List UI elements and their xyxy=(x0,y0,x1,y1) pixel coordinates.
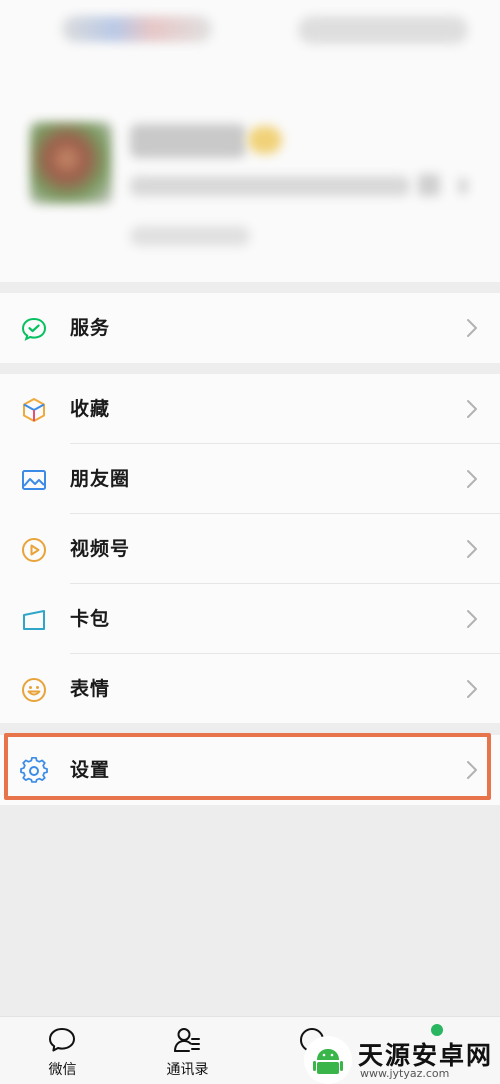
settings-group: 设置 xyxy=(0,735,500,805)
menu-item-settings[interactable]: 设置 xyxy=(0,735,500,805)
tab-chats[interactable]: 微信 xyxy=(0,1017,125,1084)
menu-item-favorites[interactable]: 收藏 xyxy=(0,374,500,444)
menu-label-stickers: 表情 xyxy=(70,678,111,700)
tab-label-chats: 微信 xyxy=(48,1062,77,1078)
status-badge-blurred xyxy=(248,126,282,154)
wechat-id-blurred xyxy=(130,176,410,196)
chevron-right-icon xyxy=(458,178,468,194)
menu-item-moments[interactable]: 朋友圈 xyxy=(0,444,500,514)
chat-bubble-icon xyxy=(49,1028,75,1052)
menu-label-channels: 视频号 xyxy=(70,538,131,560)
blurred-top-left xyxy=(62,16,212,42)
watermark-url: www.jytyaz.com xyxy=(360,1067,450,1080)
nickname-blurred xyxy=(130,124,246,158)
menu-item-stickers[interactable]: 表情 xyxy=(0,654,500,724)
contacts-icon xyxy=(174,1028,200,1052)
wechat-pay-icon xyxy=(21,317,47,341)
photo-icon xyxy=(22,470,46,490)
profile-header[interactable] xyxy=(0,0,500,282)
menu-label-cards: 卡包 xyxy=(70,608,111,630)
chevron-right-icon xyxy=(467,540,477,558)
watermark: 天源安卓网 www.jytyaz.com xyxy=(296,1034,500,1084)
chevron-right-icon xyxy=(467,400,477,418)
menu-item-service[interactable]: 服务 xyxy=(0,293,500,363)
features-group: 收藏 朋友圈 视频号 卡包 表情 xyxy=(0,374,500,723)
menu-item-channels[interactable]: 视频号 xyxy=(0,514,500,584)
blurred-top-right xyxy=(298,16,468,44)
tab-label-contacts: 通讯录 xyxy=(166,1062,209,1078)
play-icon xyxy=(22,538,46,562)
menu-item-cards[interactable]: 卡包 xyxy=(0,584,500,654)
tab-contacts[interactable]: 通讯录 xyxy=(125,1017,250,1084)
card-icon xyxy=(23,610,45,630)
gear-icon xyxy=(20,757,48,783)
android-logo-icon xyxy=(304,1036,352,1084)
chevron-right-icon xyxy=(467,470,477,488)
menu-label-settings: 设置 xyxy=(70,759,111,781)
cube-icon xyxy=(23,398,45,422)
chevron-right-icon xyxy=(467,610,477,628)
chevron-right-icon xyxy=(467,680,477,698)
service-group: 服务 xyxy=(0,293,500,363)
avatar[interactable] xyxy=(30,122,112,204)
qr-code-icon[interactable] xyxy=(418,174,440,196)
menu-label-favorites: 收藏 xyxy=(70,398,111,420)
smiley-icon xyxy=(22,678,46,702)
menu-label-service: 服务 xyxy=(70,317,111,339)
chevron-right-icon xyxy=(467,761,477,779)
status-button-blurred[interactable] xyxy=(130,226,250,246)
menu-label-moments: 朋友圈 xyxy=(70,468,131,490)
chevron-right-icon xyxy=(467,319,477,337)
